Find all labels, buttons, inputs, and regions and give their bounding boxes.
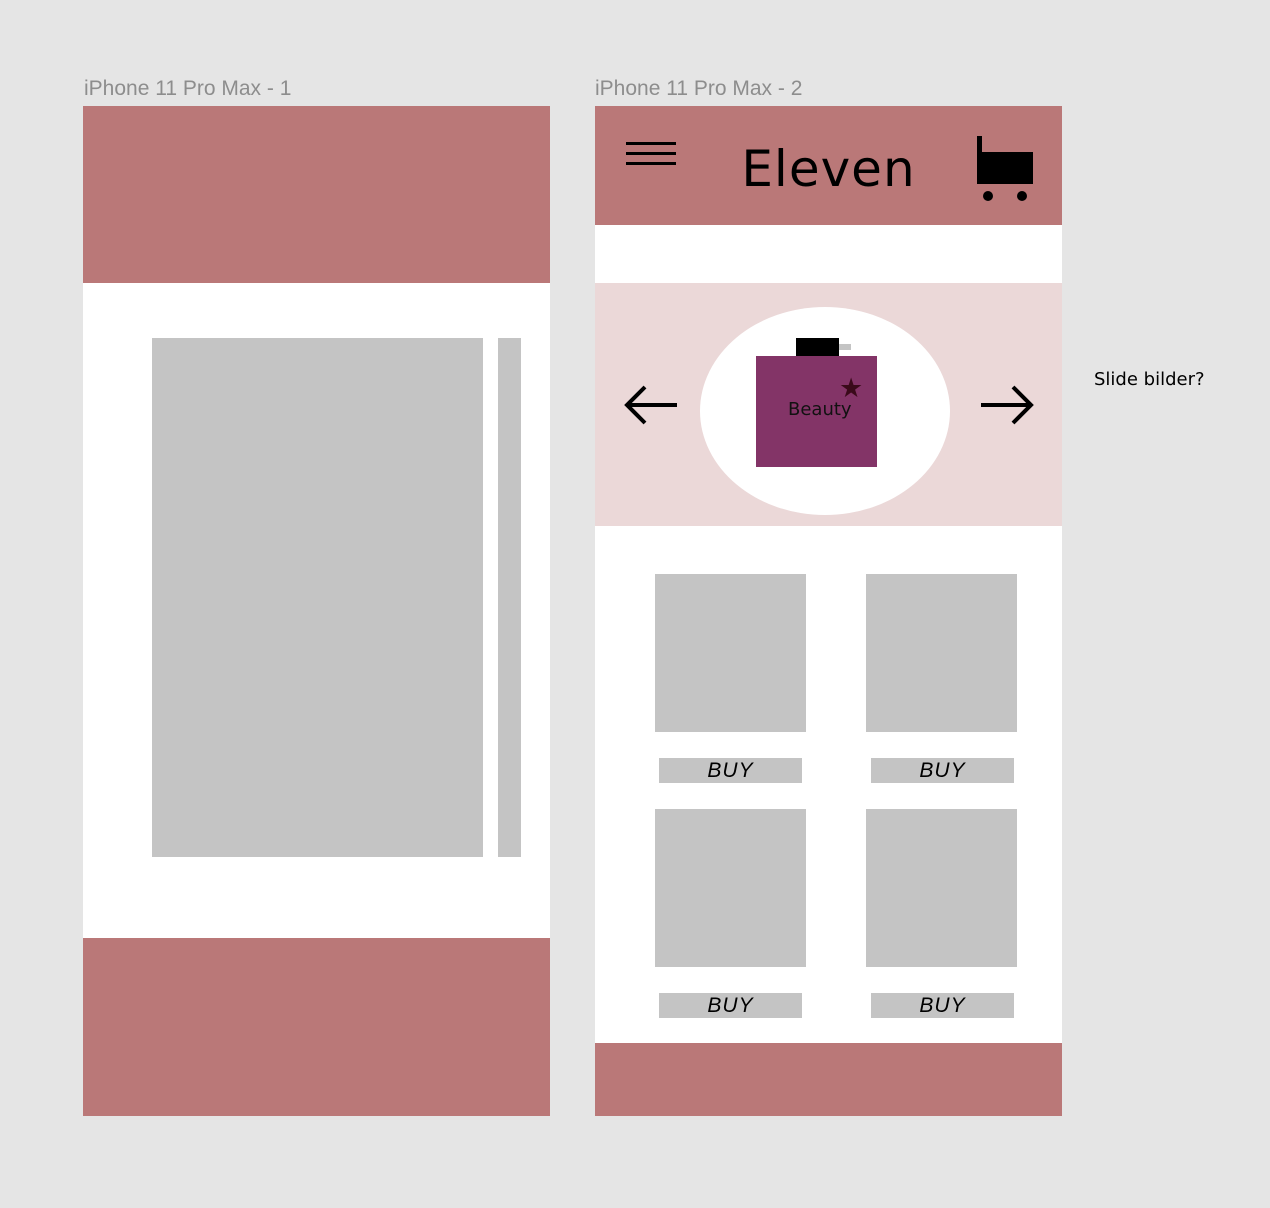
star-icon: ★	[839, 373, 864, 403]
design-note: Slide bilder?	[1094, 369, 1205, 390]
scrollbar-placeholder[interactable]	[498, 338, 521, 857]
frame-label-2: iPhone 11 Pro Max - 2	[595, 77, 803, 100]
arrow-right-icon[interactable]	[977, 383, 1035, 427]
image-carousel: Beauty ★	[595, 283, 1062, 526]
bottle-nozzle	[839, 344, 851, 350]
buy-button[interactable]: BUY	[871, 993, 1014, 1018]
buy-button[interactable]: BUY	[659, 993, 802, 1018]
product-card-image[interactable]	[866, 809, 1017, 967]
bottle-cap	[796, 338, 839, 356]
arrow-left-icon[interactable]	[623, 383, 681, 427]
buy-button[interactable]: BUY	[659, 758, 802, 783]
content-placeholder	[152, 338, 483, 857]
app-footer	[595, 1043, 1062, 1116]
product-card-image[interactable]	[655, 574, 806, 732]
footer-placeholder	[83, 938, 550, 1116]
shopping-cart-icon[interactable]	[975, 136, 1035, 202]
buy-button[interactable]: BUY	[871, 758, 1014, 783]
frame-label-1: iPhone 11 Pro Max - 1	[84, 77, 292, 100]
product-card-image[interactable]	[866, 574, 1017, 732]
product-card-image[interactable]	[655, 809, 806, 967]
app-header: Eleven	[595, 106, 1062, 225]
header-placeholder	[83, 106, 550, 283]
frame-iphone-2: Eleven Beauty ★ BUY BUY BUY BUY	[595, 106, 1062, 1116]
frame-iphone-1	[83, 106, 550, 1116]
